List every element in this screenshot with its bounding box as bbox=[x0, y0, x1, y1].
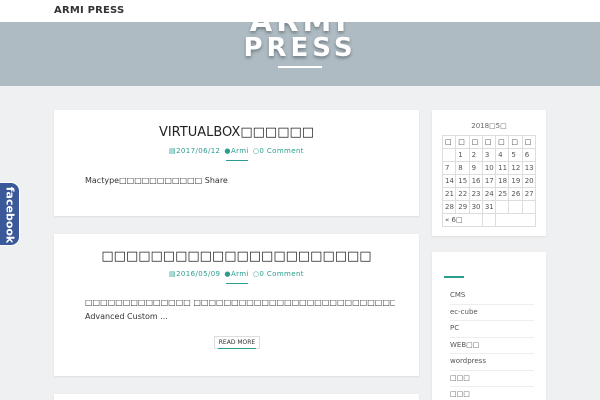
post-author[interactable]: Armi bbox=[231, 147, 249, 155]
post-divider bbox=[226, 283, 248, 284]
category-link[interactable]: CMS bbox=[450, 288, 534, 305]
post-divider bbox=[226, 160, 248, 161]
calendar-icon: ▤ bbox=[169, 270, 177, 278]
calendar-day: 8 bbox=[455, 161, 470, 175]
post-meta: ▤2017/06/12 ●Armi ○0 Comment bbox=[54, 147, 419, 155]
category-link[interactable]: WEB□□ bbox=[450, 338, 534, 354]
calendar-next-cell bbox=[495, 213, 536, 227]
post-comments[interactable]: 0 Comment bbox=[259, 270, 304, 278]
weekday-header: □ bbox=[455, 135, 470, 149]
weekday-header: □ bbox=[481, 135, 497, 149]
calendar-day: 24 bbox=[481, 187, 497, 201]
facebook-tab[interactable]: facebook bbox=[0, 182, 20, 246]
calendar-prev-link[interactable]: « 6□ bbox=[442, 213, 483, 227]
calendar-week-row: 28 29 30 31 bbox=[441, 200, 537, 214]
category-link[interactable]: wordpress bbox=[450, 354, 534, 371]
post-meta: ▤2016/05/09 ●Armi ○0 Comment bbox=[54, 270, 419, 278]
calendar-week-row: 123456 bbox=[441, 148, 537, 162]
hero-underline bbox=[278, 66, 322, 68]
weekday-header: □ bbox=[468, 135, 483, 149]
calendar-day: 7 bbox=[441, 161, 457, 175]
calendar-day: 6 bbox=[521, 148, 537, 162]
site-brand-link[interactable]: ARMI PRESS bbox=[54, 5, 124, 16]
post-excerpt: Mactype□□□□□□□□□□□ Share bbox=[85, 176, 228, 185]
calendar-week-row: 14 15 16 17 18 19 20 bbox=[441, 174, 537, 188]
category-link[interactable]: □□□ bbox=[450, 387, 534, 400]
calendar-empty-cell bbox=[495, 200, 510, 214]
calendar-day: 23 bbox=[468, 187, 483, 201]
calendar-day: 31 bbox=[481, 200, 497, 214]
calendar-day: 16 bbox=[468, 174, 483, 188]
calendar-day: 25 bbox=[495, 187, 510, 201]
category-list: CMS ec-cube PC WEB□□ wordpress □□□ □□□ bbox=[450, 288, 534, 400]
calendar-day: 20 bbox=[521, 174, 537, 188]
calendar-empty-cell bbox=[521, 200, 537, 214]
calendar-day: 17 bbox=[481, 174, 497, 188]
post-card: VIRTUALBOX□□□□□□ ▤2017/06/12 ●Armi ○0 Comm… bbox=[54, 110, 419, 216]
calendar-day: 10 bbox=[481, 161, 497, 175]
top-bar: ARMI PRESS bbox=[0, 0, 600, 22]
widget-title-underline bbox=[444, 276, 464, 278]
read-more-underline bbox=[218, 348, 256, 349]
post-card: □□□□□□□□□□□□□□□□□□□□□□ ▤2016/05/09 ●Armi ○… bbox=[54, 234, 419, 376]
facebook-label: facebook bbox=[3, 186, 17, 244]
calendar-table: □ □ □ □ □ □ □ 1 2 3 4 5 6 7 8 9 10 11 12 13 14 15 16 17 1… bbox=[441, 135, 537, 227]
post-title-link[interactable]: □□□□□□□□□□□□□□□□□□□□□□ bbox=[54, 249, 419, 264]
calendar-day: 19 bbox=[508, 174, 523, 188]
post-title-link[interactable]: VIRTUALBOX□□□□□□ bbox=[54, 125, 419, 140]
post-date[interactable]: 2016/05/09 bbox=[176, 270, 220, 278]
calendar-day: 14 bbox=[441, 174, 457, 188]
post-author[interactable]: Armi bbox=[231, 270, 249, 278]
post-excerpt-line2: Advanced Custom ... bbox=[85, 312, 168, 321]
calendar-week-row: 21 22 23 24 25 26 27 bbox=[441, 187, 537, 201]
calendar-day: 9 bbox=[468, 161, 483, 175]
calendar-widget: 2018□5□ □ □ □ □ □ □ □ 1 2 3 4 5 6 7 8 9 10 11 12 13 1… bbox=[432, 110, 546, 236]
calendar-day: 5 bbox=[508, 148, 523, 162]
post-excerpt-line1: □□□□□□□□□□□□□□ □□□□□□□□□□□□□□□□□□□□□□□□□… bbox=[85, 298, 395, 307]
weekday-header: □ bbox=[521, 135, 537, 149]
post-date[interactable]: 2017/06/12 bbox=[176, 147, 220, 155]
calendar-nav-row: « 6□ bbox=[442, 213, 536, 227]
calendar-day: 29 bbox=[455, 200, 470, 214]
category-link[interactable]: PC bbox=[450, 321, 534, 338]
calendar-day: 30 bbox=[468, 200, 483, 214]
weekday-header: □ bbox=[508, 135, 523, 149]
calendar-empty-cell bbox=[508, 200, 523, 214]
calendar-day: 4 bbox=[495, 148, 510, 162]
calendar-week-row: 7 8 9 10 11 12 13 bbox=[441, 161, 537, 175]
calendar-empty-cell bbox=[441, 148, 457, 162]
calendar-day: 2 bbox=[468, 148, 483, 162]
calendar-nav-spacer bbox=[481, 213, 497, 227]
calendar-header-row: □ □ □ □ □ □ □ bbox=[441, 135, 537, 149]
calendar-day: 21 bbox=[441, 187, 457, 201]
hero-banner: ARMI PRESS bbox=[0, 22, 600, 86]
weekday-header: □ bbox=[495, 135, 510, 149]
calendar-day: 1 bbox=[455, 148, 470, 162]
calendar-day: 18 bbox=[495, 174, 510, 188]
calendar-day: 15 bbox=[455, 174, 470, 188]
category-link[interactable]: ec-cube bbox=[450, 305, 534, 321]
post-comments[interactable]: 0 Comment bbox=[259, 147, 304, 155]
calendar-day: 11 bbox=[495, 161, 510, 175]
weekday-header: □ bbox=[441, 135, 457, 149]
calendar-day: 12 bbox=[508, 161, 523, 175]
calendar-day: 13 bbox=[521, 161, 537, 175]
category-link[interactable]: □□□ bbox=[450, 371, 534, 387]
categories-widget: CMS ec-cube PC WEB□□ wordpress □□□ □□□ bbox=[432, 252, 546, 400]
post-card bbox=[54, 394, 419, 400]
calendar-day: 3 bbox=[481, 148, 497, 162]
hero-title-line2: PRESS bbox=[243, 33, 357, 63]
calendar-day: 26 bbox=[508, 187, 523, 201]
calendar-icon: ▤ bbox=[169, 147, 177, 155]
calendar-day: 28 bbox=[441, 200, 457, 214]
calendar-caption: 2018□5□ bbox=[471, 122, 507, 130]
calendar-day: 27 bbox=[521, 187, 537, 201]
calendar-day: 22 bbox=[455, 187, 470, 201]
